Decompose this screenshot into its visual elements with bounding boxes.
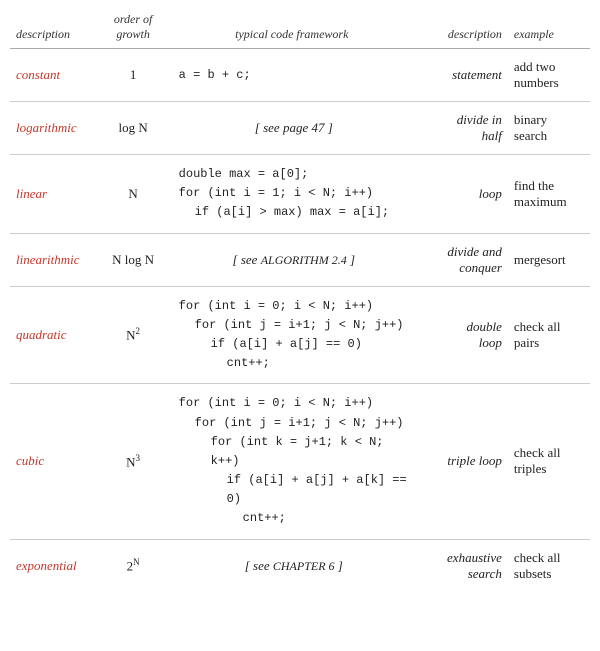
header-code: typical code framework bbox=[169, 8, 415, 49]
desc2-logarithmic: divide inhalf bbox=[415, 102, 508, 155]
desc-logarithmic: logarithmic bbox=[10, 102, 98, 155]
header-example: example bbox=[508, 8, 590, 49]
desc2-cubic: triple loop bbox=[415, 384, 508, 539]
code-logarithmic: [ see page 47 ] bbox=[169, 102, 415, 155]
header-description2: description bbox=[415, 8, 508, 49]
code-block-cubic: for (int i = 0; i < N; i++) for (int j =… bbox=[179, 394, 409, 528]
example-linearithmic: mergesort bbox=[508, 233, 590, 286]
header-description: description bbox=[10, 8, 98, 49]
code-linearithmic: [ see ALGORITHM 2.4 ] bbox=[169, 233, 415, 286]
code-line-3: if (a[i] > max) max = a[i]; bbox=[179, 203, 409, 222]
desc2-constant: statement bbox=[415, 49, 508, 102]
desc-quadratic: quadratic bbox=[10, 286, 98, 384]
main-table-container: description order ofgrowth typical code … bbox=[0, 0, 600, 600]
algo-caps-2.4: ALGORITHM 2.4 bbox=[261, 253, 347, 267]
algo-caps-ch6: CHAPTER 6 bbox=[273, 559, 335, 573]
code-q-line-2: for (int j = i+1; j < N; j++) bbox=[179, 316, 409, 335]
growth-logarithmic: log N bbox=[98, 102, 169, 155]
code-c-line-1: for (int i = 0; i < N; i++) bbox=[179, 394, 409, 413]
code-c-line-2: for (int j = i+1; j < N; j++) bbox=[179, 414, 409, 433]
code-line-1: double max = a[0]; bbox=[179, 165, 409, 184]
row-logarithmic: logarithmic log N [ see page 47 ] divide… bbox=[10, 102, 590, 155]
row-quadratic: quadratic N2 for (int i = 0; i < N; i++)… bbox=[10, 286, 590, 384]
growth-constant: 1 bbox=[98, 49, 169, 102]
row-exponential: exponential 2N [ see CHAPTER 6 ] exhaust… bbox=[10, 539, 590, 592]
desc-constant: constant bbox=[10, 49, 98, 102]
code-linear: double max = a[0]; for (int i = 1; i < N… bbox=[169, 155, 415, 234]
desc2-linear: loop bbox=[415, 155, 508, 234]
growth-linear: N bbox=[98, 155, 169, 234]
row-cubic: cubic N3 for (int i = 0; i < N; i++) for… bbox=[10, 384, 590, 539]
desc-linear: linear bbox=[10, 155, 98, 234]
desc-cubic: cubic bbox=[10, 384, 98, 539]
code-c-line-5: cnt++; bbox=[179, 509, 409, 528]
code-q-line-4: cnt++; bbox=[179, 354, 409, 373]
code-quadratic: for (int i = 0; i < N; i++) for (int j =… bbox=[169, 286, 415, 384]
example-constant: add twonumbers bbox=[508, 49, 590, 102]
desc2-quadratic: doubleloop bbox=[415, 286, 508, 384]
growth-exponential: 2N bbox=[98, 539, 169, 592]
code-c-line-3: for (int k = j+1; k < N; k++) bbox=[179, 433, 409, 471]
row-constant: constant 1 a = b + c; statement add twon… bbox=[10, 49, 590, 102]
desc-linearithmic: linearithmic bbox=[10, 233, 98, 286]
code-exponential: [ see CHAPTER 6 ] bbox=[169, 539, 415, 592]
growth-table: description order ofgrowth typical code … bbox=[10, 8, 590, 592]
growth-cubic: N3 bbox=[98, 384, 169, 539]
code-c-line-4: if (a[i] + a[j] + a[k] == 0) bbox=[179, 471, 409, 509]
example-linear: find themaximum bbox=[508, 155, 590, 234]
example-quadratic: check allpairs bbox=[508, 286, 590, 384]
growth-quadratic: N2 bbox=[98, 286, 169, 384]
code-cubic: for (int i = 0; i < N; i++) for (int j =… bbox=[169, 384, 415, 539]
row-linearithmic: linearithmic N log N [ see ALGORITHM 2.4… bbox=[10, 233, 590, 286]
desc-exponential: exponential bbox=[10, 539, 98, 592]
example-exponential: check allsubsets bbox=[508, 539, 590, 592]
desc2-exponential: exhaustivesearch bbox=[415, 539, 508, 592]
code-block-quadratic: for (int i = 0; i < N; i++) for (int j =… bbox=[179, 297, 409, 374]
code-line-2: for (int i = 1; i < N; i++) bbox=[179, 184, 409, 203]
row-linear: linear N double max = a[0]; for (int i =… bbox=[10, 155, 590, 234]
code-block-linear: double max = a[0]; for (int i = 1; i < N… bbox=[179, 165, 409, 223]
desc2-linearithmic: divide andconquer bbox=[415, 233, 508, 286]
code-q-line-1: for (int i = 0; i < N; i++) bbox=[179, 297, 409, 316]
example-logarithmic: binarysearch bbox=[508, 102, 590, 155]
header-growth: order ofgrowth bbox=[98, 8, 169, 49]
example-cubic: check alltriples bbox=[508, 384, 590, 539]
code-q-line-3: if (a[i] + a[j] == 0) bbox=[179, 335, 409, 354]
growth-linearithmic: N log N bbox=[98, 233, 169, 286]
code-constant: a = b + c; bbox=[169, 49, 415, 102]
